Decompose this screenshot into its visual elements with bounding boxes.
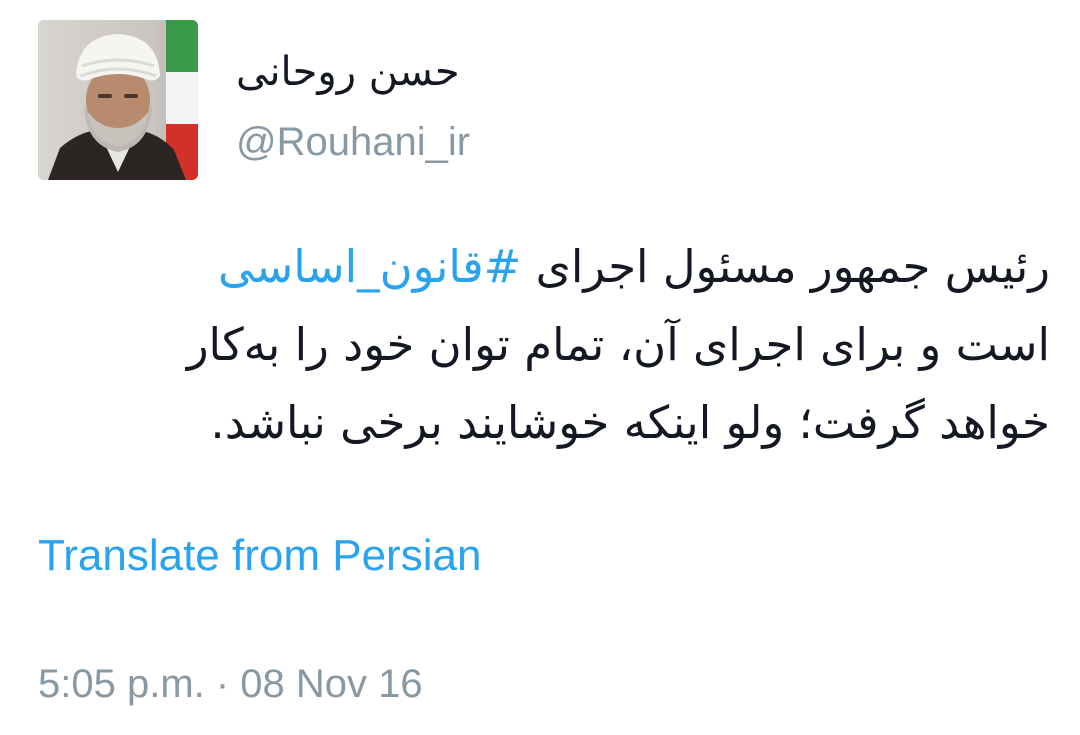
tweet-text: رئیس جمهور مسئول اجرای #قانون_اساسی است … xyxy=(40,228,1050,462)
hashtag-link[interactable]: #قانون_اساسی xyxy=(218,240,521,293)
tweet-timestamp[interactable]: 5:05 p.m. · 08 Nov 16 xyxy=(38,656,423,712)
user-handle[interactable]: @Rouhani_ir xyxy=(236,114,470,170)
tweet-line-1-text: رئیس جمهور مسئول اجرای xyxy=(521,240,1050,293)
display-name[interactable]: حسن روحانی xyxy=(236,44,460,100)
translate-link[interactable]: Translate from Persian xyxy=(38,528,481,584)
tweet-line-2: است و برای اجرای آن، تمام توان خود را به… xyxy=(186,318,1050,371)
tweet-line-1: رئیس جمهور مسئول اجرای #قانون_اساسی xyxy=(40,228,1050,306)
profile-photo-icon xyxy=(38,20,198,180)
avatar[interactable] xyxy=(38,20,198,180)
tweet-line-3: خواهد گرفت؛ ولو اینکه خوشایند برخی نباشد… xyxy=(210,396,1050,449)
